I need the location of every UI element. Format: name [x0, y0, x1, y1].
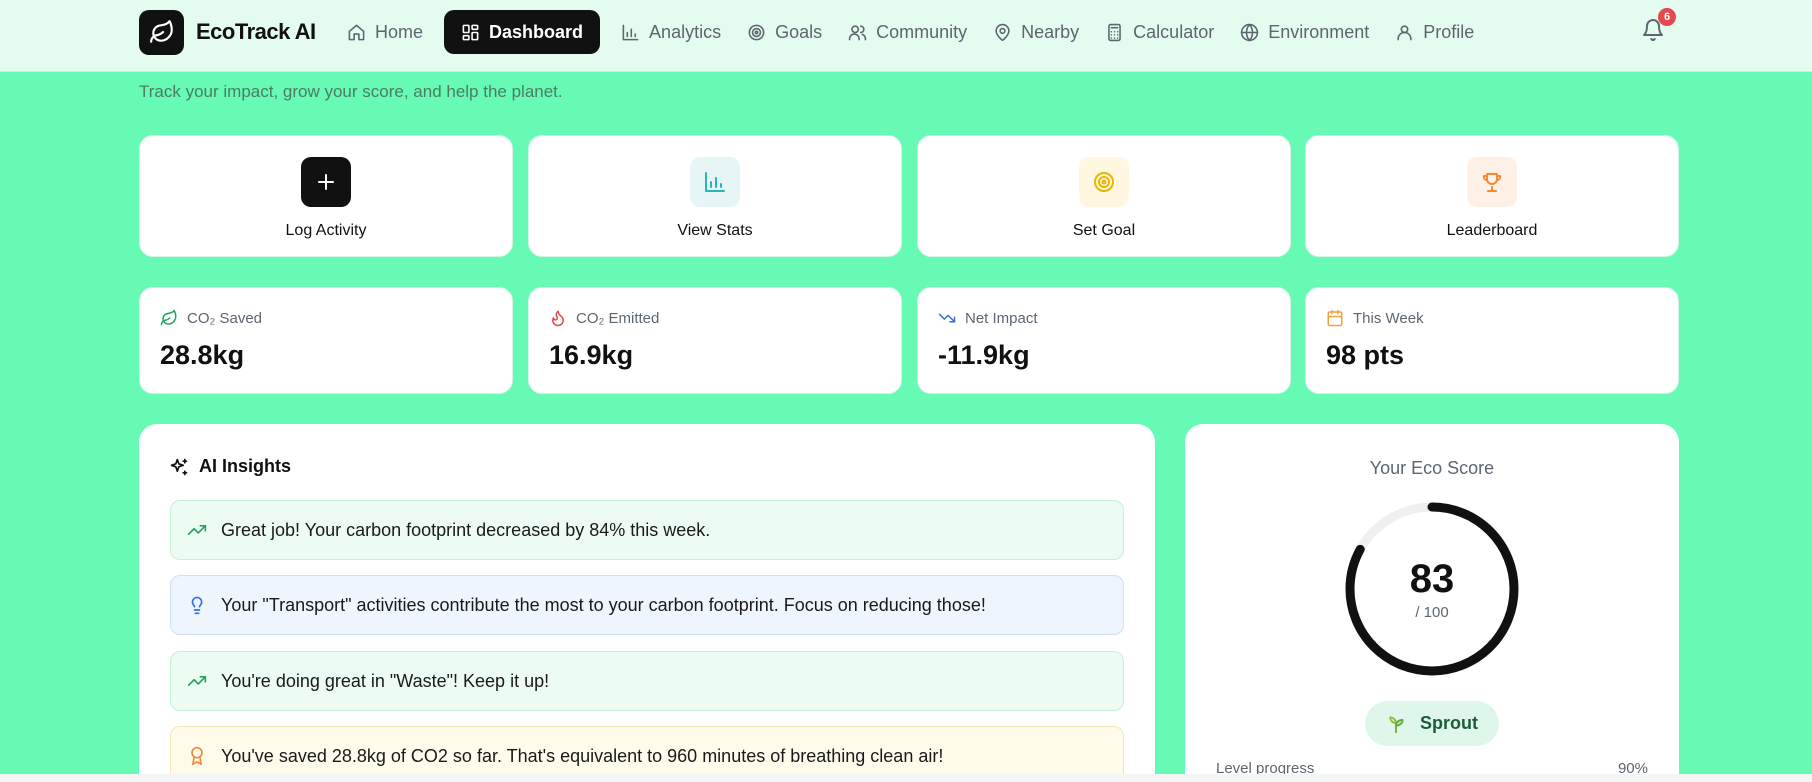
insight-text: You've saved 28.8kg of CO2 so far. That'… [221, 745, 944, 766]
nav-item-home[interactable]: Home [336, 10, 434, 54]
stat-card-co2-emitted: CO₂ Emitted 16.9kg [528, 287, 902, 394]
eco-score-value: 83 [1409, 557, 1455, 601]
target-icon [1079, 157, 1129, 207]
nav-item-label: Profile [1423, 21, 1475, 42]
nav-item-dashboard[interactable]: Dashboard [444, 10, 601, 54]
nav-item-analytics[interactable]: Analytics [610, 10, 732, 54]
nav-item-nearby[interactable]: Nearby [982, 10, 1090, 54]
level-badge: Sprout [1365, 701, 1499, 746]
stat-label: CO₂ Saved [187, 309, 263, 327]
eco-score-max: / 100 [1415, 604, 1449, 621]
bar-chart-icon [622, 24, 639, 40]
plus-icon [301, 157, 351, 207]
stat-card-net-impact: Net Impact -11.9kg [917, 287, 1291, 394]
users-icon [848, 24, 867, 40]
trophy-icon [1467, 157, 1517, 207]
log-activity-button[interactable]: Log Activity [139, 135, 513, 257]
nav-item-label: Analytics [649, 21, 722, 42]
stat-label: Net Impact [965, 309, 1038, 327]
flame-icon [552, 310, 564, 327]
nav-item-label: Community [876, 21, 968, 42]
quick-action-label: Leaderboard [1446, 222, 1538, 239]
sprout-icon [1389, 716, 1404, 733]
app-name: EcoTrack AI [196, 19, 316, 44]
nav-item-label: Goals [775, 21, 823, 42]
trending-up-icon [187, 676, 207, 686]
leaf-icon [139, 9, 184, 55]
nav-item-label: Calculator [1133, 21, 1215, 42]
page-subtitle: Track your impact, grow your score, and … [139, 82, 563, 101]
ai-insights-panel: AI Insights Great job! Your carbon footp… [139, 424, 1155, 782]
stat-value: -11.9kg [938, 340, 1030, 370]
nav-item-goals[interactable]: Goals [736, 10, 833, 54]
eco-score-panel: Your Eco Score 83 / 100 Sprout Level pro… [1185, 424, 1679, 782]
globe-icon [1241, 23, 1259, 41]
sparkles-icon [170, 458, 188, 475]
stat-value: 98 pts [1326, 340, 1405, 370]
dashboard-icon [462, 24, 479, 40]
bar-chart-icon [690, 157, 740, 207]
nav-item-profile[interactable]: Profile [1384, 10, 1485, 54]
insight-text: Your "Transport" activities contribute t… [221, 594, 986, 615]
leaderboard-button[interactable]: Leaderboard [1305, 135, 1679, 257]
stat-label: This Week [1353, 309, 1424, 327]
leaf-icon [160, 309, 177, 326]
stat-value: 28.8kg [160, 340, 245, 370]
target-icon [748, 24, 765, 40]
view-stats-button[interactable]: View Stats [528, 135, 902, 257]
home-icon [348, 24, 365, 40]
stat-label: CO₂ Emitted [576, 309, 660, 327]
insights-title: AI Insights [199, 456, 292, 476]
calendar-icon [1327, 309, 1343, 327]
eco-score-title: Your Eco Score [1369, 458, 1495, 478]
set-goal-button[interactable]: Set Goal [917, 135, 1291, 257]
nav-item-label: Dashboard [489, 21, 584, 42]
award-icon [191, 746, 203, 766]
user-icon [1397, 24, 1412, 40]
stat-card-this-week: This Week 98 pts [1305, 287, 1679, 394]
insight-text: You're doing great in "Waste"! Keep it u… [221, 670, 550, 691]
notification-count-badge: 6 [1658, 8, 1676, 26]
nav-menu: Home Dashboard Analytics Goals Community… [336, 10, 1485, 54]
nav-item-community[interactable]: Community [837, 10, 978, 54]
stat-value: 16.9kg [549, 340, 634, 370]
quick-action-label: Log Activity [285, 222, 367, 239]
insight-item: You're doing great in "Waste"! Keep it u… [170, 651, 1124, 711]
trending-up-icon [187, 525, 207, 535]
insight-item: Your "Transport" activities contribute t… [170, 575, 1124, 635]
level-name: Sprout [1420, 713, 1478, 733]
notifications-button[interactable]: 6 [1641, 8, 1676, 46]
nav-item-calculator[interactable]: Calculator [1094, 10, 1225, 54]
quick-action-label: Set Goal [1072, 222, 1136, 239]
top-navbar: EcoTrack AI Home Dashboard Analytics Goa… [0, 0, 1812, 72]
map-pin-icon [995, 23, 1010, 41]
bottom-edge [0, 774, 1812, 782]
calculator-icon [1108, 23, 1122, 41]
insight-item: Great job! Your carbon footprint decreas… [170, 500, 1124, 560]
quick-action-label: View Stats [677, 222, 753, 239]
nav-item-label: Nearby [1021, 21, 1080, 42]
nav-item-label: Environment [1268, 21, 1370, 42]
stat-card-co2-saved: CO₂ Saved 28.8kg [139, 287, 513, 394]
insight-text: Great job! Your carbon footprint decreas… [221, 519, 711, 540]
lightbulb-icon [191, 596, 203, 615]
trending-down-icon [938, 313, 956, 323]
nav-item-label: Home [375, 21, 424, 42]
nav-item-environment[interactable]: Environment [1229, 10, 1380, 54]
brand[interactable]: EcoTrack AI [139, 9, 316, 55]
